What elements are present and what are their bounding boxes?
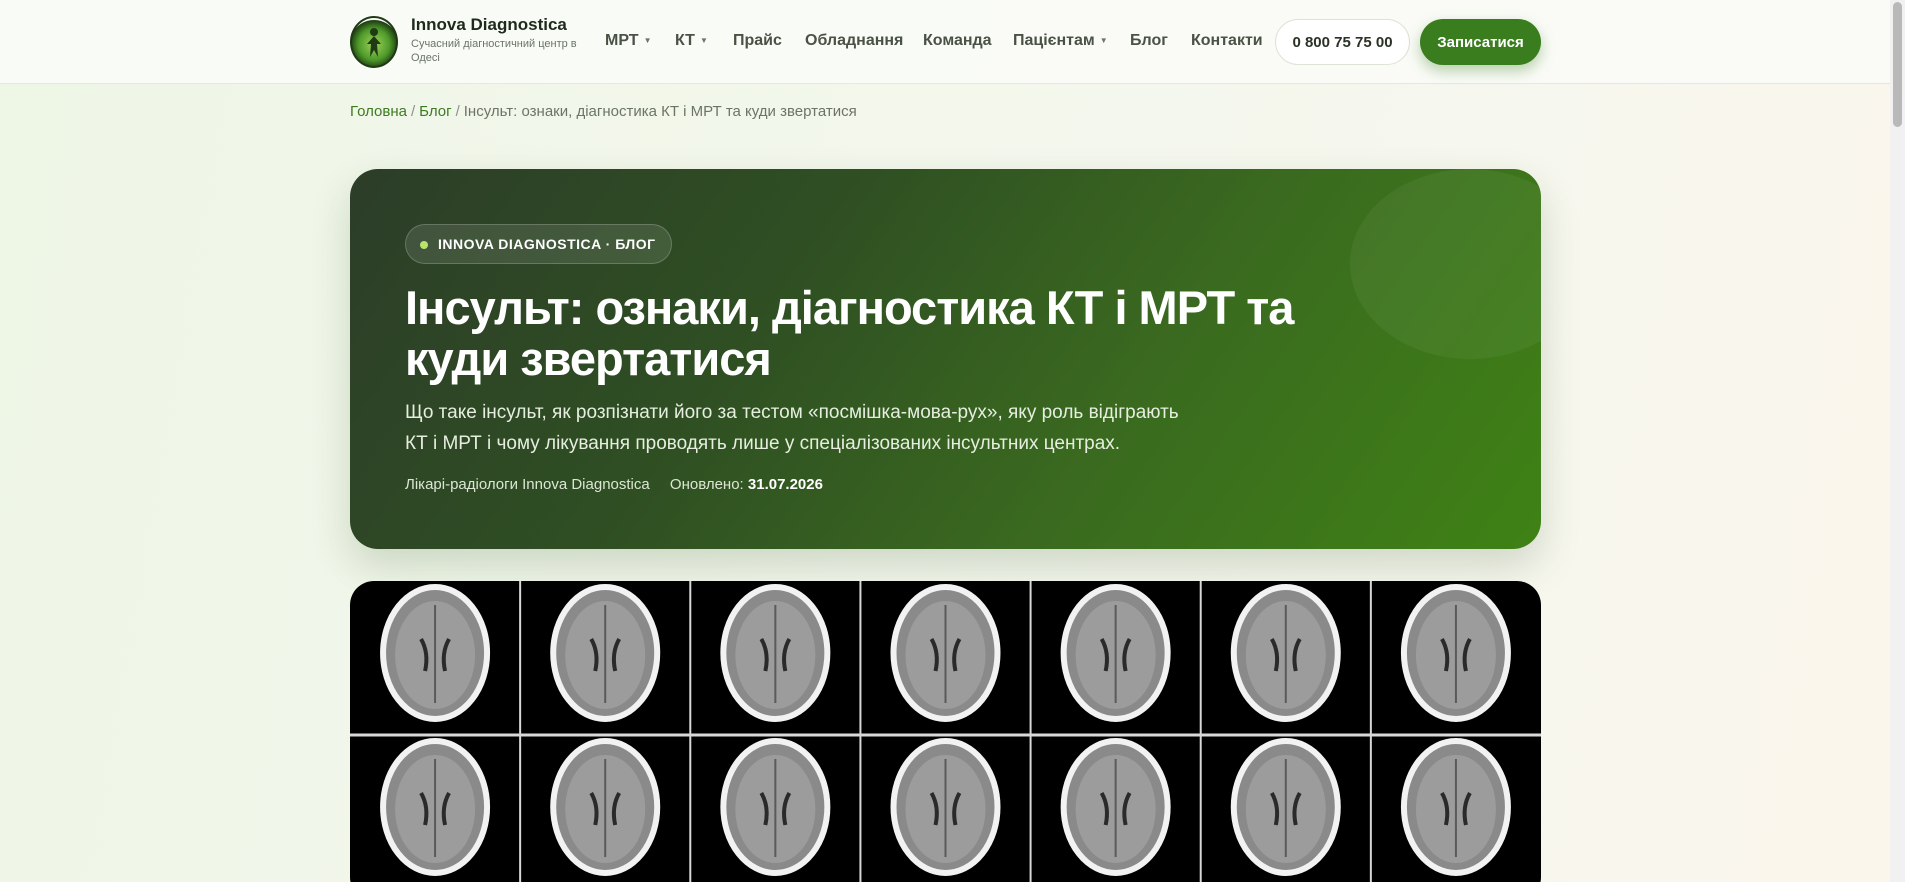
nav-item-mri[interactable]: МРТ ▼ bbox=[605, 32, 651, 52]
updated-date: 31.07.2026 bbox=[747, 476, 823, 493]
nav-item-team[interactable]: Команда bbox=[923, 32, 992, 52]
brain-slice bbox=[550, 584, 661, 722]
brand-tagline: Сучасний діагностичний центр в Одесі bbox=[411, 38, 577, 64]
nav-item-label: Обладнання bbox=[805, 32, 904, 49]
nav-item-label: Контакти bbox=[1191, 32, 1263, 49]
nav-item-label: МРТ bbox=[605, 32, 639, 49]
updated-label: Оновлено: bbox=[669, 476, 744, 493]
chevron-down-icon: ▼ bbox=[643, 36, 652, 45]
nav-item-prices[interactable]: Прайс bbox=[733, 32, 782, 52]
brain-slice bbox=[890, 738, 1001, 876]
nav-item-patients[interactable]: Пацієнтам ▼ bbox=[1013, 32, 1108, 52]
ct-scan-image bbox=[350, 581, 1541, 882]
nav-item-equipment[interactable]: Обладнання bbox=[805, 32, 903, 52]
breadcrumb-home-link[interactable]: Головна bbox=[350, 103, 407, 120]
status-dot-icon bbox=[420, 241, 428, 249]
breadcrumb-blog-link[interactable]: Блог bbox=[419, 103, 451, 120]
breadcrumb: Головна / Блог / Інсульт: ознаки, діагностик… bbox=[350, 103, 857, 120]
category-badge-label: INNOVA DIAGNOSTICA · БЛОГ bbox=[438, 236, 656, 252]
brain-slice bbox=[1230, 738, 1341, 876]
nav-item-blog[interactable]: Блог bbox=[1130, 32, 1168, 52]
breadcrumb-separator: / bbox=[411, 103, 416, 120]
nav-item-label: Блог bbox=[1130, 32, 1168, 49]
clinic-logo-icon[interactable] bbox=[350, 16, 398, 68]
breadcrumb-separator: / bbox=[455, 103, 460, 120]
brain-slice bbox=[1060, 738, 1171, 876]
page-scrollbar[interactable] bbox=[1890, 0, 1905, 882]
page-scrollbar-thumb[interactable] bbox=[1893, 2, 1902, 127]
nav-item-label: КТ bbox=[675, 32, 695, 49]
site-header: Innova Diagnostica Сучасний діагностични… bbox=[0, 0, 1890, 84]
brain-slice bbox=[890, 584, 1001, 722]
article-meta: Лікарі-радіологи Innova Diagnostica Онов… bbox=[405, 476, 823, 493]
brain-slice bbox=[1400, 738, 1511, 876]
article-description: Що таке інсульт, як розпізнати його за т… bbox=[405, 402, 1179, 454]
article-author: Лікарі-радіологи Innova Diagnostica bbox=[405, 476, 650, 493]
breadcrumb-current: Інсульт: ознаки, діагностика КТ і МРТ та… bbox=[463, 103, 857, 120]
chevron-down-icon: ▼ bbox=[699, 36, 708, 45]
phone-button[interactable]: 0 800 75 75 00 bbox=[1275, 19, 1410, 65]
article-updated: Оновлено: 31.07.2026 bbox=[670, 476, 823, 493]
chevron-down-icon: ▼ bbox=[1099, 36, 1108, 45]
nav-item-label: Прайс bbox=[733, 32, 782, 49]
brain-slice bbox=[1060, 584, 1171, 722]
nav-item-label: Команда bbox=[923, 32, 992, 49]
category-badge: INNOVA DIAGNOSTICA · БЛОГ bbox=[405, 224, 672, 264]
brain-slice bbox=[380, 738, 491, 876]
article-title: Інсульт: ознаки, діагностика КТ і МРТ та… bbox=[405, 281, 1294, 385]
brain-slice bbox=[720, 738, 831, 876]
article-hero: INNOVA DIAGNOSTICA · БЛОГ Інсульт: ознак… bbox=[350, 169, 1541, 549]
nav-item-contacts[interactable]: Контакти bbox=[1191, 32, 1263, 52]
brain-slice bbox=[1230, 584, 1341, 722]
brand-name[interactable]: Innova Diagnostica bbox=[411, 15, 567, 35]
nav-item-ct[interactable]: КТ ▼ bbox=[675, 32, 708, 52]
brain-slice bbox=[550, 738, 661, 876]
brain-slice bbox=[720, 584, 831, 722]
book-appointment-button[interactable]: Записатися bbox=[1420, 19, 1541, 65]
ct-scan-grid bbox=[350, 581, 1541, 882]
nav-item-label: Пацієнтам bbox=[1013, 32, 1095, 49]
brain-slice bbox=[1400, 584, 1511, 722]
brain-slice bbox=[380, 584, 491, 722]
